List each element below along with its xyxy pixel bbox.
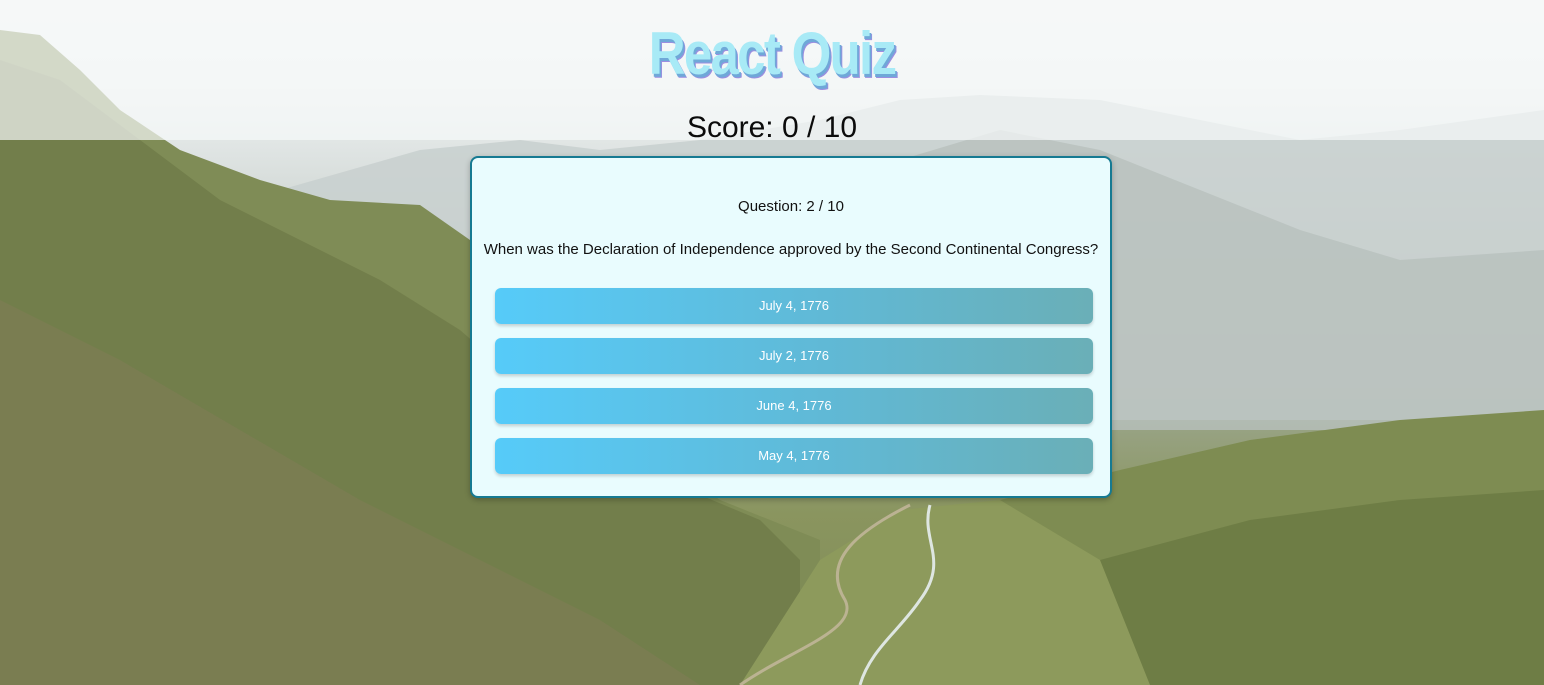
quiz-page: React Quiz Score: 0 / 10 Question: 2 / 1… [0, 0, 1544, 685]
app-title: React Quiz [648, 20, 897, 87]
question-number: Question: 2 / 10 [738, 198, 844, 215]
score-display: Score: 0 / 10 [686, 111, 858, 144]
question-text: When was the Declaration of Independence… [483, 241, 1099, 258]
answer-list: July 4, 1776 July 2, 1776 June 4, 1776 M… [495, 288, 1093, 488]
answer-button[interactable]: July 2, 1776 [495, 338, 1093, 374]
question-card: Question: 2 / 10 When was the Declaratio… [470, 156, 1112, 498]
answer-button[interactable]: July 4, 1776 [495, 288, 1093, 324]
answer-button[interactable]: May 4, 1776 [495, 438, 1093, 474]
answer-button[interactable]: June 4, 1776 [495, 388, 1093, 424]
